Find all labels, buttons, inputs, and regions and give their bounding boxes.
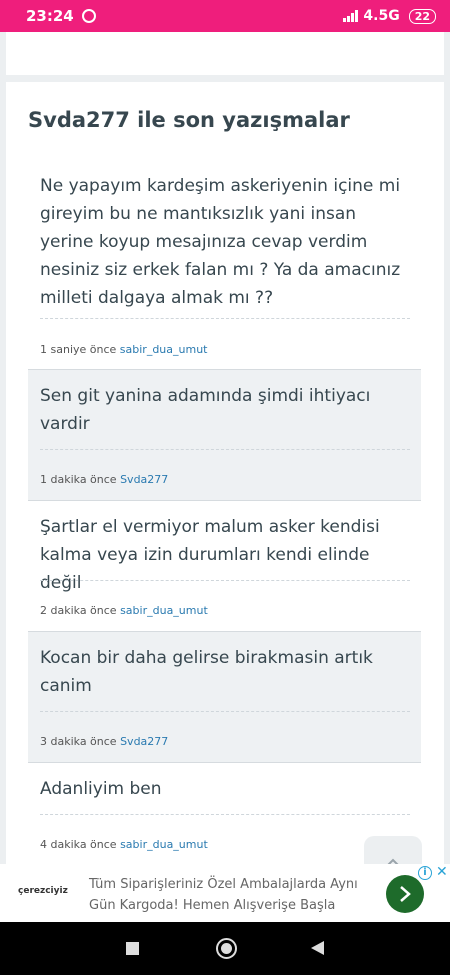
message-divider [40, 318, 410, 319]
message-meta: 1 dakika önce Svda277 [40, 473, 168, 486]
message-divider [40, 814, 410, 815]
message-time: 3 dakika önce [40, 735, 117, 748]
chevron-right-icon [400, 886, 411, 902]
message-time: 1 saniye önce [40, 343, 117, 356]
message-divider [40, 711, 410, 712]
message-time: 4 dakika önce [40, 838, 117, 851]
message-meta: 3 dakika önce Svda277 [40, 735, 168, 748]
previous-card [6, 32, 444, 75]
close-icon[interactable]: ✕ [436, 864, 448, 880]
page-title: Svda277 ile son yazışmalar [28, 108, 350, 132]
status-bar: 23:24 4.5G 22 [0, 0, 450, 32]
message-meta: 1 saniye önce sabir_dua_umut [40, 343, 208, 356]
message-divider [40, 449, 410, 450]
message-item: Kocan bir daha gelirse birakmasin artık … [28, 632, 421, 763]
navigation-bar [0, 922, 450, 975]
status-time: 23:24 [26, 7, 74, 25]
message-item: Sen git yanina adamında şimdi ihtiyacı v… [28, 370, 421, 501]
message-time: 1 dakika önce [40, 473, 117, 486]
author-link[interactable]: Svda277 [120, 735, 168, 748]
home-icon[interactable] [216, 938, 237, 959]
conversation-card: Svda277 ile son yazışmalar Ne yapayım ka… [6, 82, 444, 882]
message-item: Ne yapayım kardeşim askeriyenin içine mi… [28, 158, 421, 370]
recent-apps-icon[interactable] [126, 942, 139, 955]
signal-icon [343, 10, 359, 22]
message-item: Şartlar el vermiyor malum asker kendisi … [28, 501, 421, 632]
message-text: Ne yapayım kardeşim askeriyenin içine mi… [40, 176, 401, 308]
message-divider [40, 580, 410, 581]
message-text: Kocan bir daha gelirse birakmasin artık … [40, 648, 373, 696]
message-time: 2 dakika önce [40, 604, 117, 617]
message-text: Sen git yanina adamında şimdi ihtiyacı v… [40, 386, 371, 434]
message-text: Şartlar el vermiyor malum asker kendisi … [40, 517, 380, 593]
network-type: 4.5G [363, 8, 400, 24]
info-icon[interactable]: i [418, 866, 432, 880]
battery-icon: 22 [408, 8, 436, 24]
ad-banner[interactable]: çerezciyiz Tüm Siparişleriniz Özel Ambal… [0, 864, 450, 922]
author-link[interactable]: sabir_dua_umut [120, 343, 208, 356]
ad-logo: çerezciyiz [18, 886, 68, 896]
author-link[interactable]: sabir_dua_umut [120, 838, 208, 851]
message-item: Adanliyim ben 4 dakika önce sabir_dua_um… [28, 763, 421, 863]
ad-text[interactable]: Tüm Siparişleriniz Özel Ambalajlarda Ayn… [89, 874, 379, 916]
author-link[interactable]: Svda277 [120, 473, 168, 486]
alarm-clock-icon [81, 9, 96, 23]
message-meta: 2 dakika önce sabir_dua_umut [40, 604, 208, 617]
back-icon[interactable] [311, 941, 324, 955]
message-text: Adanliyim ben [40, 779, 162, 799]
author-link[interactable]: sabir_dua_umut [120, 604, 208, 617]
message-meta: 4 dakika önce sabir_dua_umut [40, 838, 208, 851]
ad-go-button[interactable] [386, 875, 424, 913]
